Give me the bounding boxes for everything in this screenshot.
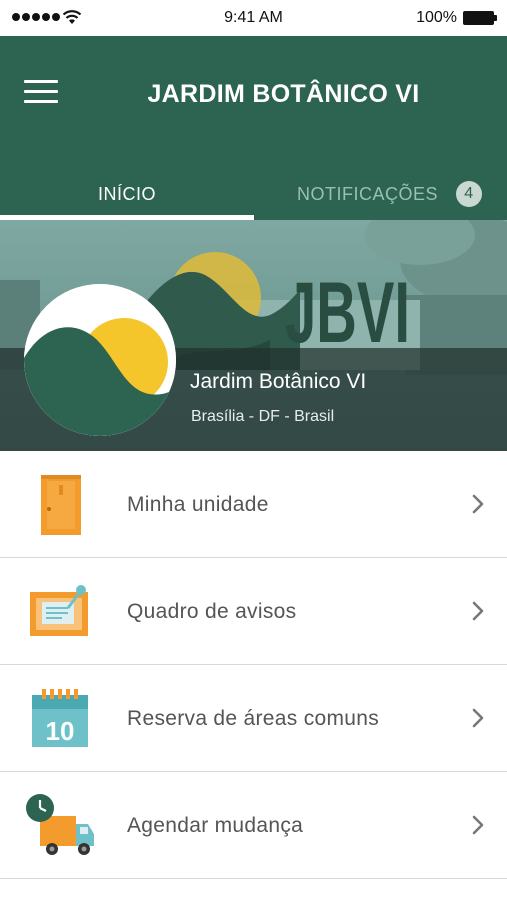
chevron-right-icon bbox=[472, 708, 484, 728]
tab-notificacoes-label: NOTIFICAÇÕES bbox=[296, 183, 438, 204]
menu-item-label: Quadro de avisos bbox=[127, 599, 297, 623]
tab-inicio[interactable]: INÍCIO bbox=[0, 168, 254, 220]
menu-item-reserva-de-areas-comuns[interactable]: 10 Reserva de áreas comuns bbox=[0, 665, 507, 772]
battery-icon bbox=[463, 11, 497, 25]
chevron-right-icon bbox=[472, 601, 484, 621]
hamburger-menu-icon[interactable] bbox=[24, 80, 60, 104]
page-title: JARDIM BOTÂNICO VI bbox=[147, 80, 420, 108]
condominium-banner: JBVI Jardim Botânico VI Brasília - DF - … bbox=[0, 220, 507, 451]
chevron-right-icon bbox=[472, 815, 484, 835]
calendar-icon: 10 bbox=[32, 689, 88, 747]
jbvi-logo: JBVI bbox=[285, 265, 410, 350]
condominium-avatar bbox=[24, 284, 176, 436]
menu-item-minha-unidade[interactable]: Minha unidade bbox=[0, 451, 507, 558]
menu-item-label: Minha unidade bbox=[127, 492, 269, 516]
condominium-logo-icon bbox=[24, 284, 176, 436]
svg-text:10: 10 bbox=[46, 716, 75, 746]
main-menu-list: Minha unidade Quadro de avisos 10 Reserv… bbox=[0, 451, 507, 879]
door-icon bbox=[41, 475, 81, 535]
condominium-name: Jardim Botânico VI bbox=[190, 370, 367, 393]
battery-percentage: 100% bbox=[416, 9, 457, 26]
menu-item-agendar-mudanca[interactable]: Agendar mudança bbox=[0, 772, 507, 879]
menu-item-label: Reserva de áreas comuns bbox=[127, 706, 380, 730]
condominium-location: Brasília - DF - Brasil bbox=[191, 408, 335, 425]
menu-item-quadro-de-avisos[interactable]: Quadro de avisos bbox=[0, 558, 507, 665]
tab-notificacoes[interactable]: NOTIFICAÇÕES 4 bbox=[254, 168, 507, 220]
moving-truck-icon bbox=[26, 794, 94, 855]
notice-board-icon bbox=[30, 585, 88, 636]
tab-bar: INÍCIO NOTIFICAÇÕES 4 bbox=[0, 168, 507, 220]
app-header: JARDIM BOTÂNICO VI INÍCIO NOTIFICAÇÕES 4 bbox=[0, 36, 507, 220]
tab-inicio-label: INÍCIO bbox=[97, 183, 156, 204]
menu-item-label: Agendar mudança bbox=[127, 813, 304, 837]
status-bar: 9:41 AM 100% bbox=[0, 0, 507, 36]
svg-text:JBVI: JBVI bbox=[285, 265, 410, 350]
notification-count-badge: 4 bbox=[456, 181, 482, 207]
chevron-right-icon bbox=[472, 494, 484, 514]
